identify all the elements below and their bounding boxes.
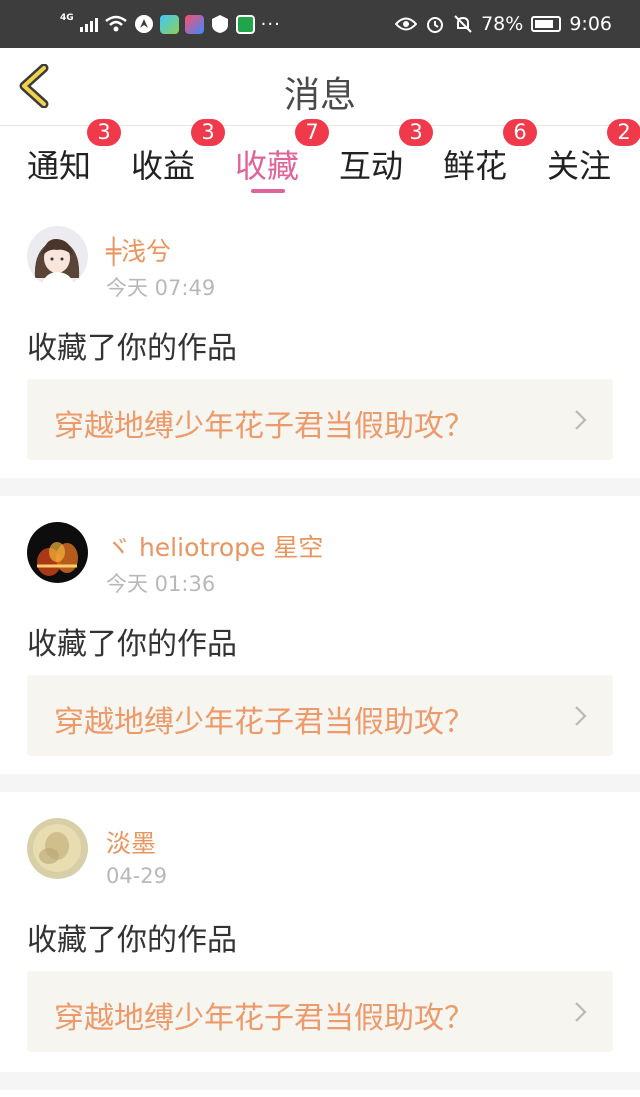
signal-icon bbox=[79, 16, 98, 32]
username[interactable]: ╪浅兮 bbox=[106, 232, 171, 268]
username[interactable]: ヾ heliotrope 星空 bbox=[106, 528, 323, 564]
status-left-icons: 4G ··· bbox=[60, 10, 281, 38]
status-bar: 4G ··· 78% 9:06 bbox=[0, 0, 640, 48]
divider bbox=[0, 774, 640, 792]
tab-flowers[interactable]: 鲜花 bbox=[443, 141, 507, 187]
status-right-icons: 78% 9:06 bbox=[395, 10, 612, 38]
player-app-icon bbox=[184, 14, 204, 34]
flowers-badge: 6 bbox=[503, 119, 537, 146]
tab-favorites[interactable]: 收藏 bbox=[235, 141, 299, 187]
avatar[interactable] bbox=[27, 818, 88, 879]
wifi-icon bbox=[104, 15, 127, 32]
reader-app-icon bbox=[235, 14, 255, 34]
network-type: 4G bbox=[60, 13, 74, 23]
message-item: ╪浅兮 今天 07:49 收藏了你的作品 穿越地缚少年花子君当假助攻？ bbox=[0, 200, 640, 478]
message-item: 淡墨 04-29 收藏了你的作品 穿越地缚少年花子君当假助攻？ bbox=[0, 792, 640, 1072]
location-app-icon bbox=[134, 15, 153, 33]
clock: 9:06 bbox=[569, 13, 612, 35]
mute-icon bbox=[454, 15, 472, 33]
tab-earnings[interactable]: 收益 bbox=[131, 141, 195, 187]
battery-icon bbox=[531, 16, 562, 32]
work-link[interactable]: 穿越地缚少年花子君当假助攻？ bbox=[27, 675, 613, 756]
chevron-right-icon bbox=[575, 410, 587, 430]
earnings-badge: 3 bbox=[191, 119, 225, 146]
tab-bar: 通知 收益 收藏 互动 鲜花 关注 3 3 7 3 6 2 bbox=[0, 119, 640, 197]
message-time: 今天 01:36 bbox=[106, 572, 216, 596]
follows-badge: 2 bbox=[607, 119, 640, 146]
favorites-badge: 7 bbox=[295, 119, 329, 146]
chevron-right-icon bbox=[575, 706, 587, 726]
battery-percent: 78% bbox=[481, 13, 524, 35]
eye-icon bbox=[395, 17, 418, 31]
work-link[interactable]: 穿越地缚少年花子君当假助攻？ bbox=[27, 379, 613, 460]
action-text: 收藏了你的作品 bbox=[27, 627, 237, 662]
more-notifications-icon: ··· bbox=[260, 13, 281, 35]
avatar-image bbox=[27, 226, 88, 287]
shield-app-icon bbox=[211, 15, 228, 33]
alarm-icon bbox=[427, 17, 444, 33]
work-title: 穿越地缚少年花子君当假助攻？ bbox=[54, 409, 474, 444]
work-title: 穿越地缚少年花子君当假助攻？ bbox=[54, 1001, 474, 1036]
divider bbox=[0, 478, 640, 496]
action-text: 收藏了你的作品 bbox=[27, 923, 237, 958]
avatar-image bbox=[27, 522, 88, 583]
chevron-right-icon bbox=[575, 1002, 587, 1022]
message-time: 今天 07:49 bbox=[106, 276, 216, 300]
avatar[interactable] bbox=[27, 522, 88, 583]
video-app-icon bbox=[159, 14, 179, 34]
avatar[interactable] bbox=[27, 226, 88, 287]
message-time: 04-29 bbox=[106, 864, 168, 888]
tab-follows[interactable]: 关注 bbox=[547, 141, 611, 187]
username[interactable]: 淡墨 bbox=[106, 824, 156, 860]
avatar-image bbox=[27, 818, 88, 879]
tab-notifications[interactable]: 通知 bbox=[27, 141, 91, 187]
notifications-badge: 3 bbox=[87, 119, 121, 146]
page-title: 消息 bbox=[283, 75, 356, 116]
active-tab-indicator bbox=[251, 189, 285, 193]
header: 消息 bbox=[0, 48, 640, 126]
divider bbox=[0, 1072, 640, 1090]
work-link[interactable]: 穿越地缚少年花子君当假助攻？ bbox=[27, 971, 613, 1052]
message-item: ヾ heliotrope 星空 今天 01:36 收藏了你的作品 穿越地缚少年花… bbox=[0, 496, 640, 774]
tab-interactions[interactable]: 互动 bbox=[339, 141, 403, 187]
work-title: 穿越地缚少年花子君当假助攻？ bbox=[54, 705, 474, 740]
interactions-badge: 3 bbox=[399, 119, 433, 146]
action-text: 收藏了你的作品 bbox=[27, 331, 237, 366]
